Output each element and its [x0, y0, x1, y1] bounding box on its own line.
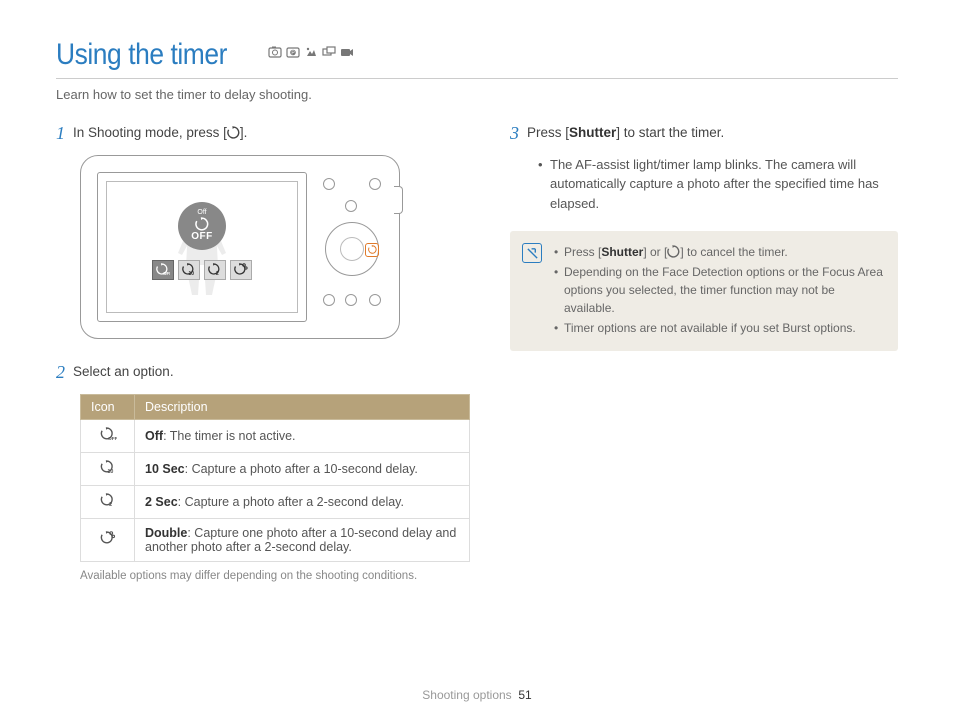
timer-button-highlight	[365, 243, 379, 257]
timer-icon	[667, 245, 680, 258]
selected-option-bubble: Off OFF	[178, 202, 226, 250]
row-off-icon	[81, 419, 135, 452]
list-item: Timer options are not available if you s…	[554, 319, 884, 337]
table-header-icon: Icon	[81, 394, 135, 419]
option-2sec-icon	[204, 260, 226, 280]
step-2: 2 Select an option.	[56, 363, 470, 382]
camera-illustration: Off OFF	[56, 155, 470, 339]
subtitle: Learn how to set the timer to delay shoo…	[56, 87, 898, 102]
title-divider	[56, 78, 898, 79]
option-double-icon	[230, 260, 252, 280]
mode-smart-icon	[268, 45, 282, 59]
options-table: Icon Description Off: The timer is not a…	[80, 394, 470, 562]
mode-scene-icon	[304, 45, 318, 59]
table-row: Double: Capture one photo after a 10-sec…	[81, 518, 470, 561]
step-3-details: The AF-assist light/timer lamp blinks. T…	[510, 155, 898, 214]
option-10sec-icon	[178, 260, 200, 280]
step-1-text: In Shooting mode, press [].	[73, 124, 247, 143]
list-item: Depending on the Face Detection options …	[554, 263, 884, 317]
page-title: Using the timer	[56, 38, 227, 72]
page-footer: Shooting options 51	[0, 688, 954, 702]
left-column: 1 In Shooting mode, press []. Off OFF	[56, 124, 470, 582]
control-dial	[325, 222, 379, 276]
note-icon	[522, 243, 542, 263]
step-3: 3 Press [Shutter] to start the timer.	[510, 124, 898, 143]
option-row	[152, 260, 252, 280]
header: Using the timer P	[56, 38, 898, 72]
step-1: 1 In Shooting mode, press [].	[56, 124, 470, 143]
timer-icon	[227, 126, 240, 139]
footer-section: Shooting options	[422, 688, 511, 702]
step-3-number: 3	[510, 124, 519, 142]
step-3-text: Press [Shutter] to start the timer.	[527, 124, 724, 143]
mode-movie-icon	[340, 45, 354, 59]
row-2sec-icon	[81, 485, 135, 518]
mode-icons-row: P	[268, 45, 354, 59]
note-box: Press [Shutter] or [] to cancel the time…	[510, 231, 898, 351]
step-1-number: 1	[56, 124, 65, 142]
table-row: 10 Sec: Capture a photo after a 10-secon…	[81, 452, 470, 485]
step-2-number: 2	[56, 363, 65, 381]
mode-dual-icon	[322, 45, 336, 59]
row-double-icon	[81, 518, 135, 561]
list-item: The AF-assist light/timer lamp blinks. T…	[538, 155, 898, 214]
option-off-icon	[152, 260, 174, 280]
step-2-text: Select an option.	[73, 363, 174, 382]
list-item: Press [Shutter] or [] to cancel the time…	[554, 243, 884, 261]
row-10sec-icon	[81, 452, 135, 485]
mode-program-icon: P	[286, 45, 300, 59]
page-number: 51	[518, 688, 531, 702]
right-column: 3 Press [Shutter] to start the timer. Th…	[510, 124, 898, 582]
table-row: Off: The timer is not active.	[81, 419, 470, 452]
table-caption: Available options may differ depending o…	[80, 570, 470, 582]
table-header-desc: Description	[135, 394, 470, 419]
table-row: 2 Sec: Capture a photo after a 2-second …	[81, 485, 470, 518]
